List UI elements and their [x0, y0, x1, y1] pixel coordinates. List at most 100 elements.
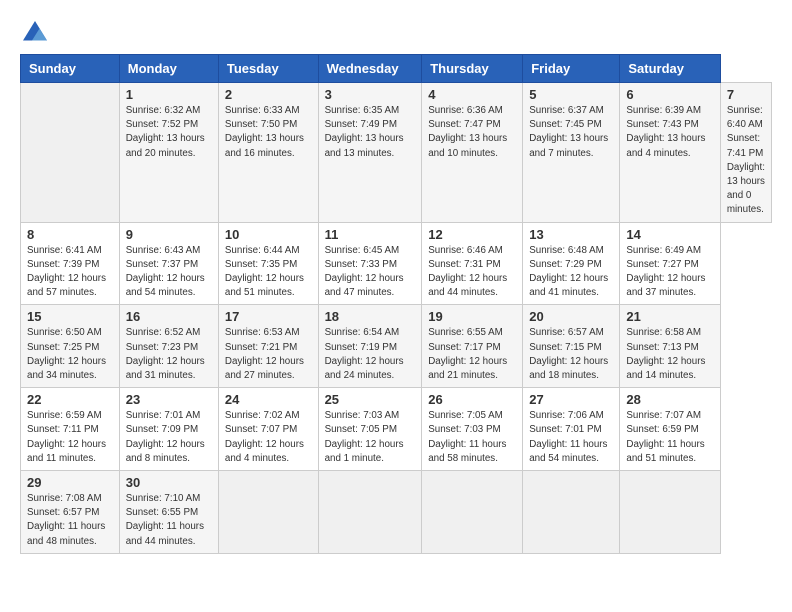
col-header-tuesday: Tuesday: [218, 55, 318, 83]
day-cell: 23 Sunrise: 7:01 AMSunset: 7:09 PMDayligh…: [119, 388, 218, 471]
day-info: Sunrise: 6:54 AMSunset: 7:19 PMDaylight:…: [325, 326, 416, 383]
day-info: Sunrise: 6:48 AMSunset: 7:29 PMDaylight:…: [529, 244, 613, 301]
day-number: 5: [529, 87, 613, 102]
day-cell: 9Sunrise: 6:43 AMSunset: 7:37 PMDaylight…: [119, 222, 218, 305]
day-info: Sunrise: 6:37 AMSunset: 7:45 PMDaylight:…: [529, 104, 613, 161]
day-number: 6: [626, 87, 713, 102]
day-number: 25: [325, 392, 416, 407]
day-number: 20: [529, 309, 613, 324]
day-info: Sunrise: 6:55 AMSunset: 7:17 PMDaylight:…: [428, 326, 516, 383]
day-number: 21: [626, 309, 713, 324]
day-info: Sunrise: 7:01 AMSunset: 7:09 PMDaylight:…: [126, 409, 212, 466]
day-cell: 18Sunrise: 6:54 AMSunset: 7:19 PMDayligh…: [318, 305, 422, 388]
day-number: 10: [225, 227, 312, 242]
day-number: 11: [325, 227, 416, 242]
day-number: 17: [225, 309, 312, 324]
day-cell: 6 Sunrise: 6:39 AMSunset: 7:43 PMDaylight…: [620, 83, 720, 223]
week-row-0: 1 Sunrise: 6:32 AMSunset: 7:52 PMDaylight…: [21, 83, 772, 223]
day-cell: 11 Sunrise: 6:45 AMSunset: 7:33 PMDayligh…: [318, 222, 422, 305]
day-cell: 19 Sunrise: 6:55 AMSunset: 7:17 PMDayligh…: [422, 305, 523, 388]
day-cell: 24Sunrise: 7:02 AMSunset: 7:07 PMDayligh…: [218, 388, 318, 471]
day-cell: 26Sunrise: 7:05 AMSunset: 7:03 PMDayligh…: [422, 388, 523, 471]
day-cell: 20 Sunrise: 6:57 AMSunset: 7:15 PMDayligh…: [523, 305, 620, 388]
day-info: Sunrise: 7:07 AMSunset: 6:59 PMDaylight:…: [626, 409, 713, 466]
col-header-monday: Monday: [119, 55, 218, 83]
day-number: 15: [27, 309, 113, 324]
day-cell: 4Sunrise: 6:36 AMSunset: 7:47 PMDaylight…: [422, 83, 523, 223]
day-cell: 22 Sunrise: 6:59 AMSunset: 7:11 PMDayligh…: [21, 388, 120, 471]
day-info: Sunrise: 6:45 AMSunset: 7:33 PMDaylight:…: [325, 244, 416, 301]
week-row-2: 15 Sunrise: 6:50 AMSunset: 7:25 PMDayligh…: [21, 305, 772, 388]
day-number: 27: [529, 392, 613, 407]
day-info: Sunrise: 6:46 AMSunset: 7:31 PMDaylight:…: [428, 244, 516, 301]
day-cell: 13Sunrise: 6:48 AMSunset: 7:29 PMDayligh…: [523, 222, 620, 305]
day-info: Sunrise: 6:39 AMSunset: 7:43 PMDaylight:…: [626, 104, 713, 161]
day-cell: [218, 471, 318, 554]
day-cell: [21, 83, 120, 223]
day-cell: 17Sunrise: 6:53 AMSunset: 7:21 PMDayligh…: [218, 305, 318, 388]
day-info: Sunrise: 6:59 AMSunset: 7:11 PMDaylight:…: [27, 409, 113, 466]
day-number: 28: [626, 392, 713, 407]
header: [20, 18, 772, 48]
day-number: 1: [126, 87, 212, 102]
day-cell: 27 Sunrise: 7:06 AMSunset: 7:01 PMDayligh…: [523, 388, 620, 471]
day-number: 9: [126, 227, 212, 242]
day-cell: 30 Sunrise: 7:10 AMSunset: 6:55 PMDayligh…: [119, 471, 218, 554]
day-info: Sunrise: 6:58 AMSunset: 7:13 PMDaylight:…: [626, 326, 713, 383]
day-info: Sunrise: 7:06 AMSunset: 7:01 PMDaylight:…: [529, 409, 613, 466]
day-number: 3: [325, 87, 416, 102]
header-row: SundayMondayTuesdayWednesdayThursdayFrid…: [21, 55, 772, 83]
logo: [20, 18, 54, 48]
day-cell: 3 Sunrise: 6:35 AMSunset: 7:49 PMDaylight…: [318, 83, 422, 223]
day-cell: [422, 471, 523, 554]
day-cell: 15 Sunrise: 6:50 AMSunset: 7:25 PMDayligh…: [21, 305, 120, 388]
day-number: 19: [428, 309, 516, 324]
day-info: Sunrise: 7:08 AMSunset: 6:57 PMDaylight:…: [27, 492, 113, 549]
day-number: 8: [27, 227, 113, 242]
day-cell: 2 Sunrise: 6:33 AMSunset: 7:50 PMDaylight…: [218, 83, 318, 223]
logo-icon: [20, 18, 50, 48]
day-info: Sunrise: 6:44 AMSunset: 7:35 PMDaylight:…: [225, 244, 312, 301]
day-number: 22: [27, 392, 113, 407]
day-cell: [620, 471, 720, 554]
page: SundayMondayTuesdayWednesdayThursdayFrid…: [0, 0, 792, 612]
day-info: Sunrise: 6:40 AMSunset: 7:41 PMDaylight:…: [727, 104, 765, 218]
day-number: 29: [27, 475, 113, 490]
day-cell: 8 Sunrise: 6:41 AMSunset: 7:39 PMDaylight…: [21, 222, 120, 305]
day-cell: [523, 471, 620, 554]
col-header-friday: Friday: [523, 55, 620, 83]
day-info: Sunrise: 6:52 AMSunset: 7:23 PMDaylight:…: [126, 326, 212, 383]
col-header-sunday: Sunday: [21, 55, 120, 83]
day-cell: 1 Sunrise: 6:32 AMSunset: 7:52 PMDaylight…: [119, 83, 218, 223]
day-info: Sunrise: 6:57 AMSunset: 7:15 PMDaylight:…: [529, 326, 613, 383]
day-number: 30: [126, 475, 212, 490]
col-header-saturday: Saturday: [620, 55, 720, 83]
day-info: Sunrise: 6:50 AMSunset: 7:25 PMDaylight:…: [27, 326, 113, 383]
week-row-1: 8 Sunrise: 6:41 AMSunset: 7:39 PMDaylight…: [21, 222, 772, 305]
day-info: Sunrise: 6:33 AMSunset: 7:50 PMDaylight:…: [225, 104, 312, 161]
day-cell: [318, 471, 422, 554]
day-number: 23: [126, 392, 212, 407]
day-cell: 14Sunrise: 6:49 AMSunset: 7:27 PMDayligh…: [620, 222, 720, 305]
day-cell: 25 Sunrise: 7:03 AMSunset: 7:05 PMDayligh…: [318, 388, 422, 471]
day-number: 2: [225, 87, 312, 102]
day-number: 7: [727, 87, 765, 102]
day-cell: 29 Sunrise: 7:08 AMSunset: 6:57 PMDayligh…: [21, 471, 120, 554]
day-cell: 16 Sunrise: 6:52 AMSunset: 7:23 PMDayligh…: [119, 305, 218, 388]
day-info: Sunrise: 7:10 AMSunset: 6:55 PMDaylight:…: [126, 492, 212, 549]
day-info: Sunrise: 6:32 AMSunset: 7:52 PMDaylight:…: [126, 104, 212, 161]
week-row-4: 29 Sunrise: 7:08 AMSunset: 6:57 PMDayligh…: [21, 471, 772, 554]
day-cell: 21 Sunrise: 6:58 AMSunset: 7:13 PMDayligh…: [620, 305, 720, 388]
day-number: 16: [126, 309, 212, 324]
day-cell: 5 Sunrise: 6:37 AMSunset: 7:45 PMDaylight…: [523, 83, 620, 223]
day-number: 26: [428, 392, 516, 407]
day-info: Sunrise: 7:03 AMSunset: 7:05 PMDaylight:…: [325, 409, 416, 466]
day-number: 24: [225, 392, 312, 407]
day-number: 4: [428, 87, 516, 102]
day-info: Sunrise: 6:35 AMSunset: 7:49 PMDaylight:…: [325, 104, 416, 161]
day-cell: 7 Sunrise: 6:40 AMSunset: 7:41 PMDaylight…: [720, 83, 771, 223]
day-cell: 28 Sunrise: 7:07 AMSunset: 6:59 PMDayligh…: [620, 388, 720, 471]
day-cell: 12Sunrise: 6:46 AMSunset: 7:31 PMDayligh…: [422, 222, 523, 305]
day-info: Sunrise: 6:41 AMSunset: 7:39 PMDaylight:…: [27, 244, 113, 301]
week-row-3: 22 Sunrise: 6:59 AMSunset: 7:11 PMDayligh…: [21, 388, 772, 471]
